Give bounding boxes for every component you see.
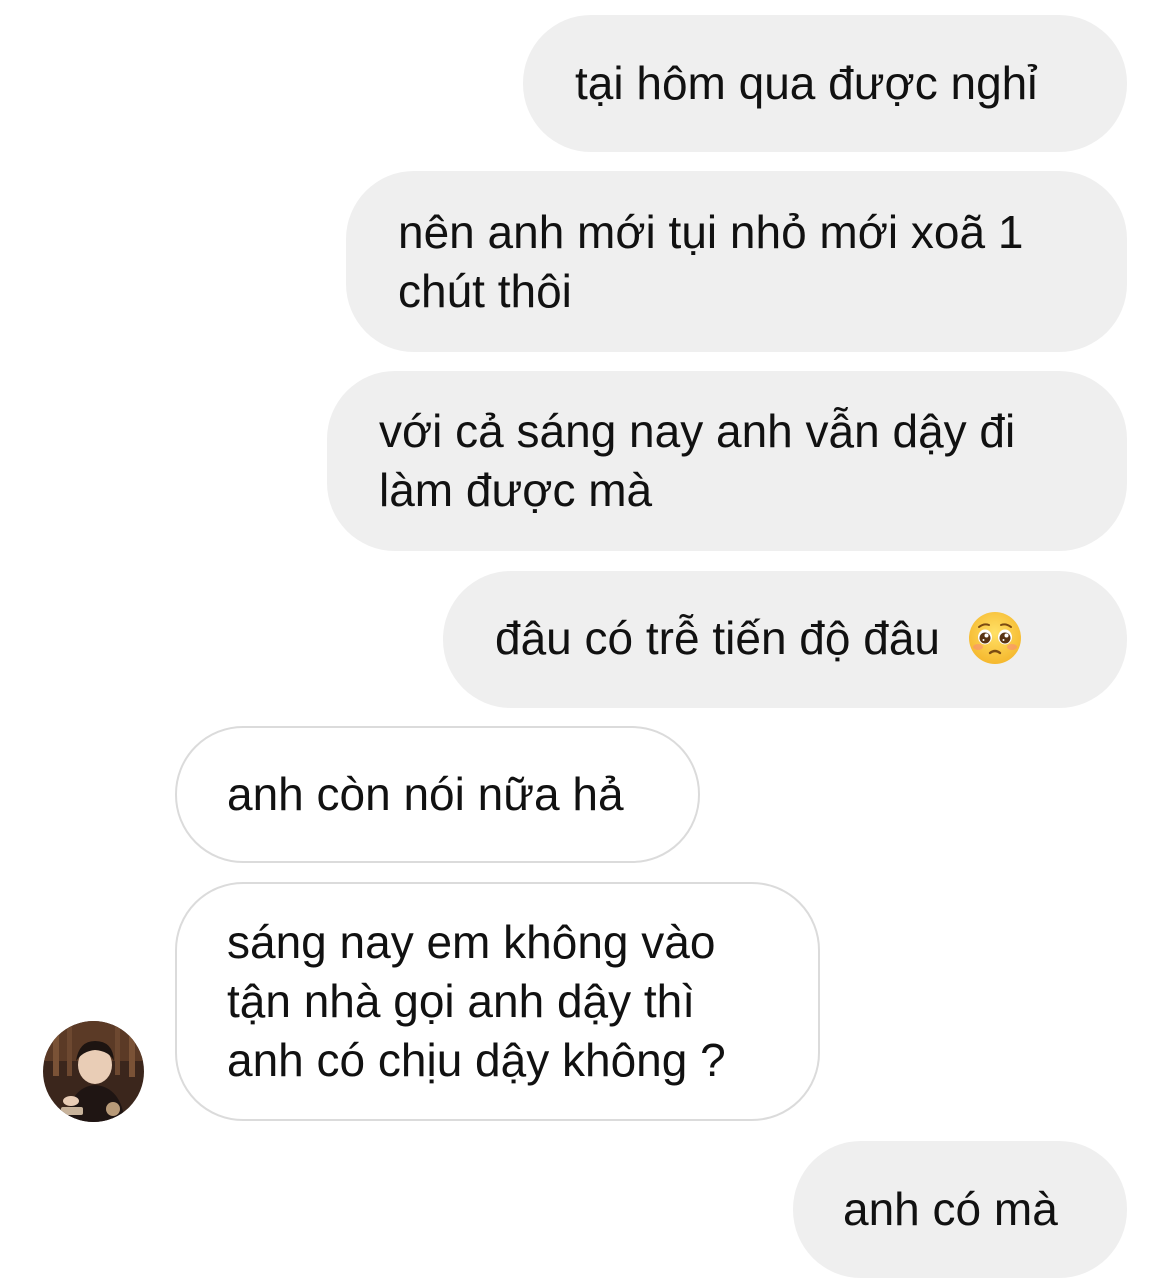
sent-message-bubble[interactable]: anh có mà (793, 1141, 1127, 1278)
message-text: với cả sáng nay anh vẫn dậy đi làm được … (379, 405, 1016, 516)
sent-message-bubble[interactable]: đâu có trễ tiến độ đâu (443, 571, 1127, 708)
message-text-row: đâu có trễ tiến độ đâu (495, 609, 1023, 670)
message-text: anh còn nói nữa hả (227, 768, 624, 820)
received-message-bubble[interactable]: sáng nay em không vào tận nhà gọi anh dậ… (175, 882, 820, 1121)
message-text: sáng nay em không vào tận nhà gọi anh dậ… (227, 916, 726, 1086)
message-text: tại hôm qua được nghỉ (575, 57, 1038, 109)
message-text: nên anh mới tụi nhỏ mới xoã 1 chút thôi (398, 205, 1024, 317)
avatar[interactable] (43, 1021, 144, 1122)
sent-message-bubble[interactable]: tại hôm qua được nghỉ (523, 15, 1127, 152)
message-text: đâu có trễ tiến độ đâu (495, 612, 940, 665)
sent-message-bubble[interactable]: với cả sáng nay anh vẫn dậy đi làm được … (327, 371, 1127, 551)
received-message-bubble[interactable]: anh còn nói nữa hả (175, 726, 700, 863)
pleading-face-emoji (968, 611, 1021, 664)
message-text: anh có mà (843, 1183, 1058, 1235)
avatar-photo-icon (43, 1021, 144, 1122)
sent-message-bubble[interactable]: nên anh mới tụi nhỏ mới xoã 1 chút thôi (346, 171, 1127, 352)
